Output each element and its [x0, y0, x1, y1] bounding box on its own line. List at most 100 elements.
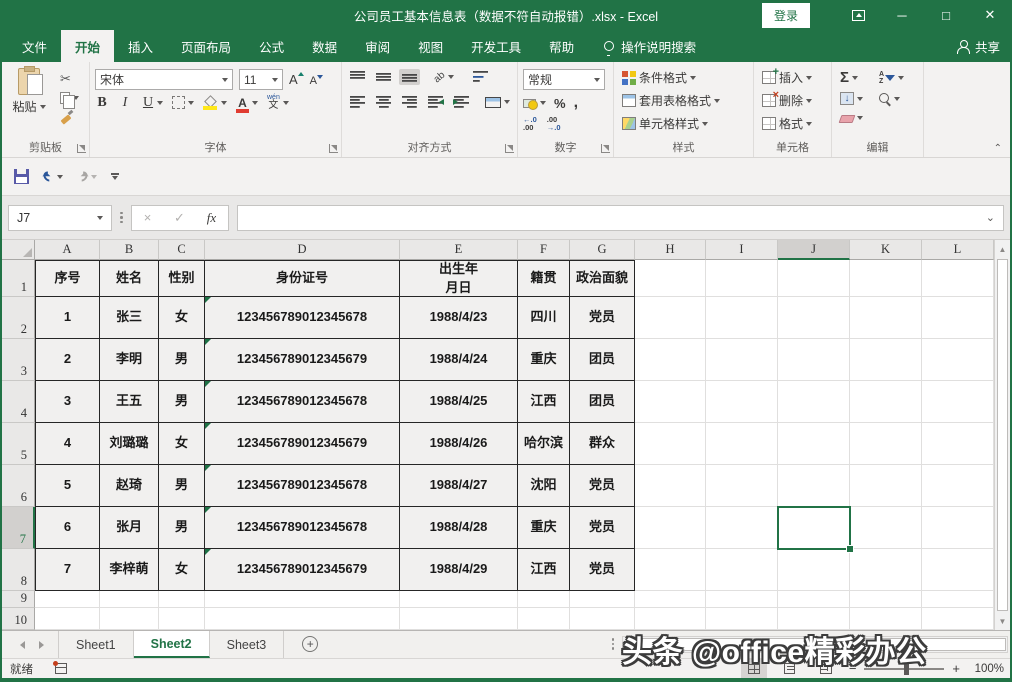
number-dialog-launcher[interactable]: [601, 144, 610, 153]
bold-button[interactable]: B: [95, 95, 109, 111]
cell-K7[interactable]: [850, 507, 922, 549]
cell-E2[interactable]: 1988/4/23: [400, 297, 518, 339]
cell-I4[interactable]: [706, 381, 778, 423]
cell-E5[interactable]: 1988/4/26: [400, 423, 518, 465]
cell-G7[interactable]: 党员: [570, 507, 635, 549]
cell-H2[interactable]: [635, 297, 706, 339]
cell-A6[interactable]: 5: [35, 465, 100, 507]
formula-input[interactable]: ⌄: [237, 205, 1005, 231]
increase-indent-button[interactable]: [451, 94, 472, 110]
cell-E10[interactable]: [400, 608, 518, 630]
cell-D1[interactable]: 身份证号: [205, 260, 400, 297]
cell-E8[interactable]: 1988/4/29: [400, 549, 518, 591]
column-header-C[interactable]: C: [159, 240, 205, 260]
customize-qat-button[interactable]: [111, 173, 119, 180]
row-header-5[interactable]: 5: [2, 423, 35, 465]
font-size-combo[interactable]: 11: [239, 69, 283, 90]
column-header-E[interactable]: E: [400, 240, 518, 260]
sheet-tab-sheet2[interactable]: Sheet2: [134, 631, 210, 658]
cell-A10[interactable]: [35, 608, 100, 630]
cell-K6[interactable]: [850, 465, 922, 507]
cell-K2[interactable]: [850, 297, 922, 339]
row-header-4[interactable]: 4: [2, 381, 35, 423]
cell-F1[interactable]: 籍贯: [518, 260, 570, 297]
cut-button[interactable]: ✂: [57, 70, 82, 87]
close-button[interactable]: ✕: [968, 0, 1012, 30]
share-button[interactable]: 共享: [957, 30, 1000, 62]
cell-I3[interactable]: [706, 339, 778, 381]
cell-I5[interactable]: [706, 423, 778, 465]
cell-B5[interactable]: 刘璐璐: [100, 423, 159, 465]
grow-font-button[interactable]: A: [289, 72, 304, 87]
row-header-3[interactable]: 3: [2, 339, 35, 381]
cell-J6[interactable]: [778, 465, 850, 507]
cell-F6[interactable]: 沈阳: [518, 465, 570, 507]
conditional-formatting-button[interactable]: 条件格式: [619, 67, 723, 88]
cell-F9[interactable]: [518, 591, 570, 608]
ribbon-tab-文件[interactable]: 文件: [8, 30, 61, 62]
cell-D7[interactable]: 123456789012345678: [205, 507, 400, 549]
cell-L1[interactable]: [922, 260, 994, 297]
ribbon-tab-页面布局[interactable]: 页面布局: [167, 30, 245, 62]
cell-G5[interactable]: 群众: [570, 423, 635, 465]
format-as-table-button[interactable]: 套用表格格式: [619, 90, 723, 111]
cell-L10[interactable]: [922, 608, 994, 630]
column-header-G[interactable]: G: [570, 240, 635, 260]
cell-C5[interactable]: 女: [159, 423, 205, 465]
cell-G8[interactable]: 党员: [570, 549, 635, 591]
delete-cells-button[interactable]: 删除: [759, 90, 815, 111]
font-dialog-launcher[interactable]: [329, 144, 338, 153]
ribbon-tab-数据[interactable]: 数据: [298, 30, 351, 62]
cell-F10[interactable]: [518, 608, 570, 630]
cell-E7[interactable]: 1988/4/28: [400, 507, 518, 549]
font-color-button[interactable]: A: [236, 96, 258, 110]
cell-G2[interactable]: 党员: [570, 297, 635, 339]
column-header-I[interactable]: I: [706, 240, 778, 260]
cell-D8[interactable]: 123456789012345679: [205, 549, 400, 591]
column-header-A[interactable]: A: [35, 240, 100, 260]
copy-button[interactable]: [57, 90, 82, 106]
align-bottom-button[interactable]: [399, 69, 420, 85]
cell-A4[interactable]: 3: [35, 381, 100, 423]
comma-style-button[interactable]: ,: [574, 94, 578, 112]
shrink-font-button[interactable]: A: [310, 75, 323, 87]
cell-C8[interactable]: 女: [159, 549, 205, 591]
cell-E6[interactable]: 1988/4/27: [400, 465, 518, 507]
cell-C3[interactable]: 男: [159, 339, 205, 381]
cell-H6[interactable]: [635, 465, 706, 507]
cell-K9[interactable]: [850, 591, 922, 608]
cell-F2[interactable]: 四川: [518, 297, 570, 339]
align-top-button[interactable]: [347, 69, 368, 85]
clear-button[interactable]: [837, 110, 866, 125]
cell-I2[interactable]: [706, 297, 778, 339]
cell-F7[interactable]: 重庆: [518, 507, 570, 549]
row-header-7[interactable]: 7: [2, 507, 35, 549]
cell-L6[interactable]: [922, 465, 994, 507]
cell-E4[interactable]: 1988/4/25: [400, 381, 518, 423]
cell-J9[interactable]: [778, 591, 850, 608]
macro-record-icon[interactable]: [55, 663, 67, 674]
column-header-F[interactable]: F: [518, 240, 570, 260]
cell-H5[interactable]: [635, 423, 706, 465]
cell-I8[interactable]: [706, 549, 778, 591]
cell-L3[interactable]: [922, 339, 994, 381]
ribbon-tab-插入[interactable]: 插入: [114, 30, 167, 62]
insert-cells-button[interactable]: 插入: [759, 67, 815, 88]
borders-button[interactable]: [172, 96, 194, 109]
paste-button[interactable]: 粘贴: [7, 68, 51, 115]
name-box[interactable]: J7: [8, 205, 112, 231]
cell-I7[interactable]: [706, 507, 778, 549]
row-header-2[interactable]: 2: [2, 297, 35, 339]
cell-G4[interactable]: 团员: [570, 381, 635, 423]
cell-L7[interactable]: [922, 507, 994, 549]
align-left-button[interactable]: [347, 94, 368, 110]
scroll-up-icon[interactable]: ▲: [995, 240, 1010, 258]
cell-B7[interactable]: 张月: [100, 507, 159, 549]
column-header-L[interactable]: L: [922, 240, 994, 260]
cell-J1[interactable]: [778, 260, 850, 297]
cell-E9[interactable]: [400, 591, 518, 608]
insert-function-button[interactable]: fx: [196, 210, 228, 226]
cell-C1[interactable]: 性别: [159, 260, 205, 297]
font-name-combo[interactable]: 宋体: [95, 69, 233, 90]
cell-I6[interactable]: [706, 465, 778, 507]
